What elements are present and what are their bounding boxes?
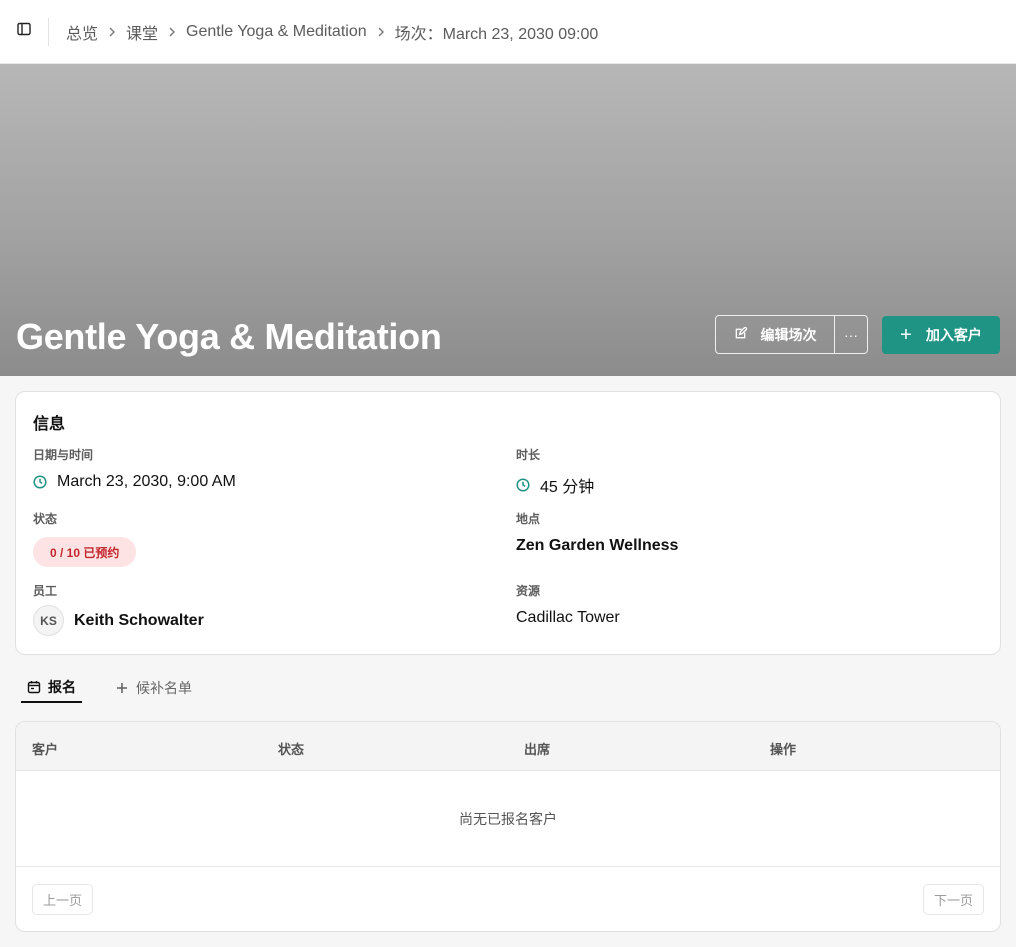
topbar-divider bbox=[48, 17, 49, 46]
more-options-button[interactable]: ··· bbox=[835, 316, 867, 353]
resource-value: Cadillac Tower bbox=[516, 609, 620, 626]
breadcrumb: 总览 课堂 Gentle Yoga & Meditation 场次：March … bbox=[66, 20, 598, 44]
duration-label: 时长 bbox=[516, 448, 541, 462]
chevron-right-icon bbox=[168, 27, 176, 37]
breadcrumb-session: 场次：March 23, 2030 09:00 bbox=[394, 25, 599, 43]
location-field: 地点 Zen Garden Wellness bbox=[516, 510, 678, 555]
plus-icon bbox=[115, 681, 129, 695]
clock-icon bbox=[516, 478, 530, 492]
staff-label: 员工 bbox=[33, 584, 58, 598]
info-card: 信息 日期与时间 March 23, 2030, 9:00 AM 时长 45 分… bbox=[15, 391, 1001, 655]
status-label: 状态 bbox=[33, 512, 58, 526]
more-icon: ··· bbox=[844, 326, 858, 343]
hero-banner: Gentle Yoga & Meditation 编辑场次 ··· + 加入客户 bbox=[0, 64, 1016, 376]
datetime-label: 日期与时间 bbox=[33, 448, 94, 462]
sidebar-toggle-button[interactable] bbox=[0, 0, 48, 64]
breadcrumb-overview[interactable]: 总览 bbox=[66, 20, 98, 44]
duration-field: 时长 45 分钟 bbox=[516, 446, 594, 497]
edit-session-label: 编辑场次 bbox=[760, 326, 817, 343]
enrollments-table: 客户 状态 出席 操作 尚无已报名客户 上一页 下一页 bbox=[15, 721, 1001, 932]
edit-icon bbox=[734, 325, 748, 343]
breadcrumb-classes[interactable]: 课堂 bbox=[126, 20, 158, 44]
next-page-button[interactable]: 下一页 bbox=[922, 884, 984, 915]
location-value: Zen Garden Wellness bbox=[516, 537, 679, 554]
table-header: 客户 状态 出席 操作 bbox=[16, 722, 1000, 771]
edit-session-button[interactable]: 编辑场次 bbox=[716, 316, 835, 353]
breadcrumb-class-name[interactable]: Gentle Yoga & Meditation bbox=[186, 23, 367, 41]
column-header-actions: 操作 bbox=[770, 742, 797, 757]
chevron-right-icon bbox=[377, 27, 385, 37]
calendar-icon bbox=[27, 680, 41, 694]
top-bar: 总览 课堂 Gentle Yoga & Meditation 场次：March … bbox=[0, 0, 1016, 64]
datetime-value: March 23, 2030, 9:00 AM bbox=[57, 473, 236, 490]
hero-actions: 编辑场次 ··· + 加入客户 bbox=[715, 315, 1000, 354]
tab-waitlist[interactable]: 候补名单 bbox=[109, 672, 198, 703]
column-header-attendance: 出席 bbox=[524, 742, 551, 757]
page-title: Gentle Yoga & Meditation bbox=[16, 316, 442, 357]
resource-label: 资源 bbox=[516, 584, 541, 598]
tabs: 报名 候补名单 bbox=[21, 672, 198, 703]
sidebar-icon bbox=[17, 22, 31, 41]
datetime-field: 日期与时间 March 23, 2030, 9:00 AM bbox=[33, 446, 236, 491]
column-header-client: 客户 bbox=[32, 742, 59, 757]
plus-icon: + bbox=[900, 323, 912, 346]
resource-field: 资源 Cadillac Tower bbox=[516, 582, 620, 627]
add-client-label: 加入客户 bbox=[925, 326, 982, 343]
previous-page-button[interactable]: 上一页 bbox=[32, 884, 94, 915]
clock-icon bbox=[33, 475, 47, 489]
empty-state: 尚无已报名客户 bbox=[16, 771, 1000, 867]
staff-value-row: KS Keith Schowalter bbox=[33, 605, 204, 636]
status-badge: 0 / 10 已预约 bbox=[33, 537, 137, 567]
tab-enrollments-label: 报名 bbox=[48, 678, 76, 695]
info-title: 信息 bbox=[33, 416, 66, 433]
tab-waitlist-label: 候补名单 bbox=[136, 679, 192, 696]
datetime-value-row: March 23, 2030, 9:00 AM bbox=[33, 473, 236, 491]
edit-button-group: 编辑场次 ··· bbox=[715, 315, 868, 354]
staff-name[interactable]: Keith Schowalter bbox=[74, 612, 204, 630]
tab-enrollments[interactable]: 报名 bbox=[21, 672, 82, 703]
column-header-status: 状态 bbox=[278, 742, 305, 757]
avatar: KS bbox=[33, 605, 64, 636]
duration-value: 45 分钟 bbox=[540, 479, 595, 496]
duration-value-row: 45 分钟 bbox=[516, 473, 594, 497]
staff-field: 员工 KS Keith Schowalter bbox=[33, 582, 204, 636]
chevron-right-icon bbox=[108, 27, 116, 37]
add-client-button[interactable]: + 加入客户 bbox=[882, 315, 1000, 354]
location-label: 地点 bbox=[516, 512, 541, 526]
status-field: 状态 0 / 10 已预约 bbox=[33, 510, 137, 567]
